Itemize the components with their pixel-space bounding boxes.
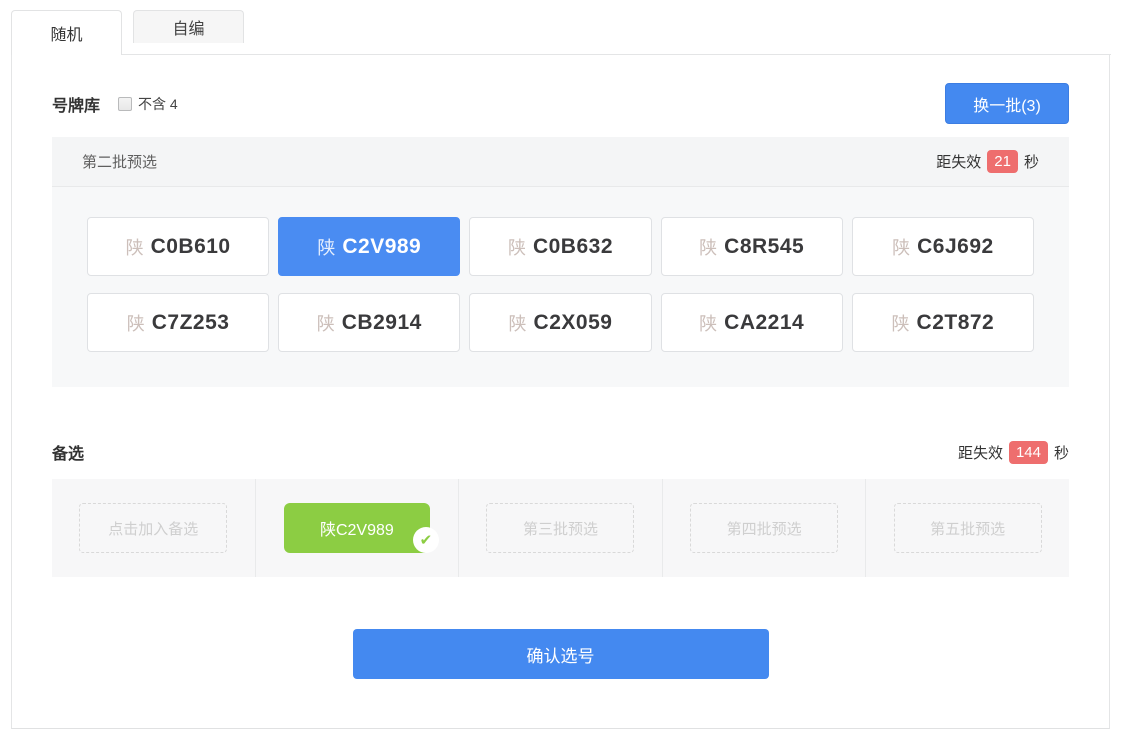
tab-bar: 随机 自编 [0,0,1131,55]
alternative-slot-4: 第四批预选 [662,479,866,577]
library-header: 号牌库 不含 4 换一批(3) [52,83,1069,124]
tab-random[interactable]: 随机 [11,10,122,55]
alternatives-expiry: 距失效 144 秒 [958,441,1069,464]
alternative-slot-5: 第五批预选 [865,479,1069,577]
alternative-slot-3: 第三批预选 [458,479,662,577]
exclude-4-checkbox[interactable] [118,97,132,111]
refresh-batch-button[interactable]: 换一批(3) [945,83,1069,124]
batch-panel-header: 第二批预选 距失效 21 秒 [52,137,1069,187]
plate-option[interactable]: 陕 CA2214 [661,293,843,352]
plate-option[interactable]: 陕 C0B610 [87,217,269,276]
expiry-prefix: 距失效 [936,151,981,172]
random-selection-panel: 号牌库 不含 4 换一批(3) 第二批预选 距失效 21 秒 陕 C0B610 … [11,55,1110,729]
alternative-plate[interactable]: 陕C2V989 ✔ [284,503,430,553]
expiry-countdown-badge: 144 [1009,441,1048,464]
exclude-4-label: 不含 4 [138,94,178,114]
alternatives-strip: 点击加入备选 陕C2V989 ✔ 第三批预选 第四批预选 第五批预选 [52,479,1069,577]
expiry-prefix: 距失效 [958,442,1003,463]
batch-expiry: 距失效 21 秒 [936,150,1039,173]
plate-option[interactable]: 陕 C7Z253 [87,293,269,352]
plate-option[interactable]: 陕 C8R545 [661,217,843,276]
alternatives-header: 备选 距失效 144 秒 [52,440,1069,464]
confirm-selection-button[interactable]: 确认选号 [353,629,769,679]
plate-option[interactable]: 陕 C0B632 [469,217,651,276]
library-title: 号牌库 [52,92,100,116]
tab-custom[interactable]: 自编 [133,10,244,43]
plate-option[interactable]: 陕 C2T872 [852,293,1034,352]
add-alternative-placeholder[interactable]: 点击加入备选 [79,503,227,553]
batch-title: 第二批预选 [82,151,157,172]
batch-5-placeholder: 第五批预选 [894,503,1042,553]
expiry-countdown-badge: 21 [987,150,1018,173]
check-icon: ✔ [413,527,439,553]
alternative-slot-1: 点击加入备选 [52,479,255,577]
alternatives-title: 备选 [52,440,84,464]
expiry-suffix: 秒 [1024,151,1039,172]
exclude-4-filter[interactable]: 不含 4 [118,94,178,114]
batch-4-placeholder: 第四批预选 [690,503,838,553]
confirm-area: 确认选号 [52,629,1069,679]
batch-panel: 第二批预选 距失效 21 秒 陕 C0B610 陕 C2V989 陕 C0B63… [52,137,1069,387]
plate-grid: 陕 C0B610 陕 C2V989 陕 C0B632 陕 C8R545 陕 C6… [52,187,1069,387]
plate-option-selected[interactable]: 陕 C2V989 [278,217,460,276]
plate-option[interactable]: 陕 CB2914 [278,293,460,352]
plate-option[interactable]: 陕 C6J692 [852,217,1034,276]
batch-3-placeholder: 第三批预选 [486,503,634,553]
alternative-slot-2: 陕C2V989 ✔ [255,479,459,577]
expiry-suffix: 秒 [1054,442,1069,463]
plate-option[interactable]: 陕 C2X059 [469,293,651,352]
